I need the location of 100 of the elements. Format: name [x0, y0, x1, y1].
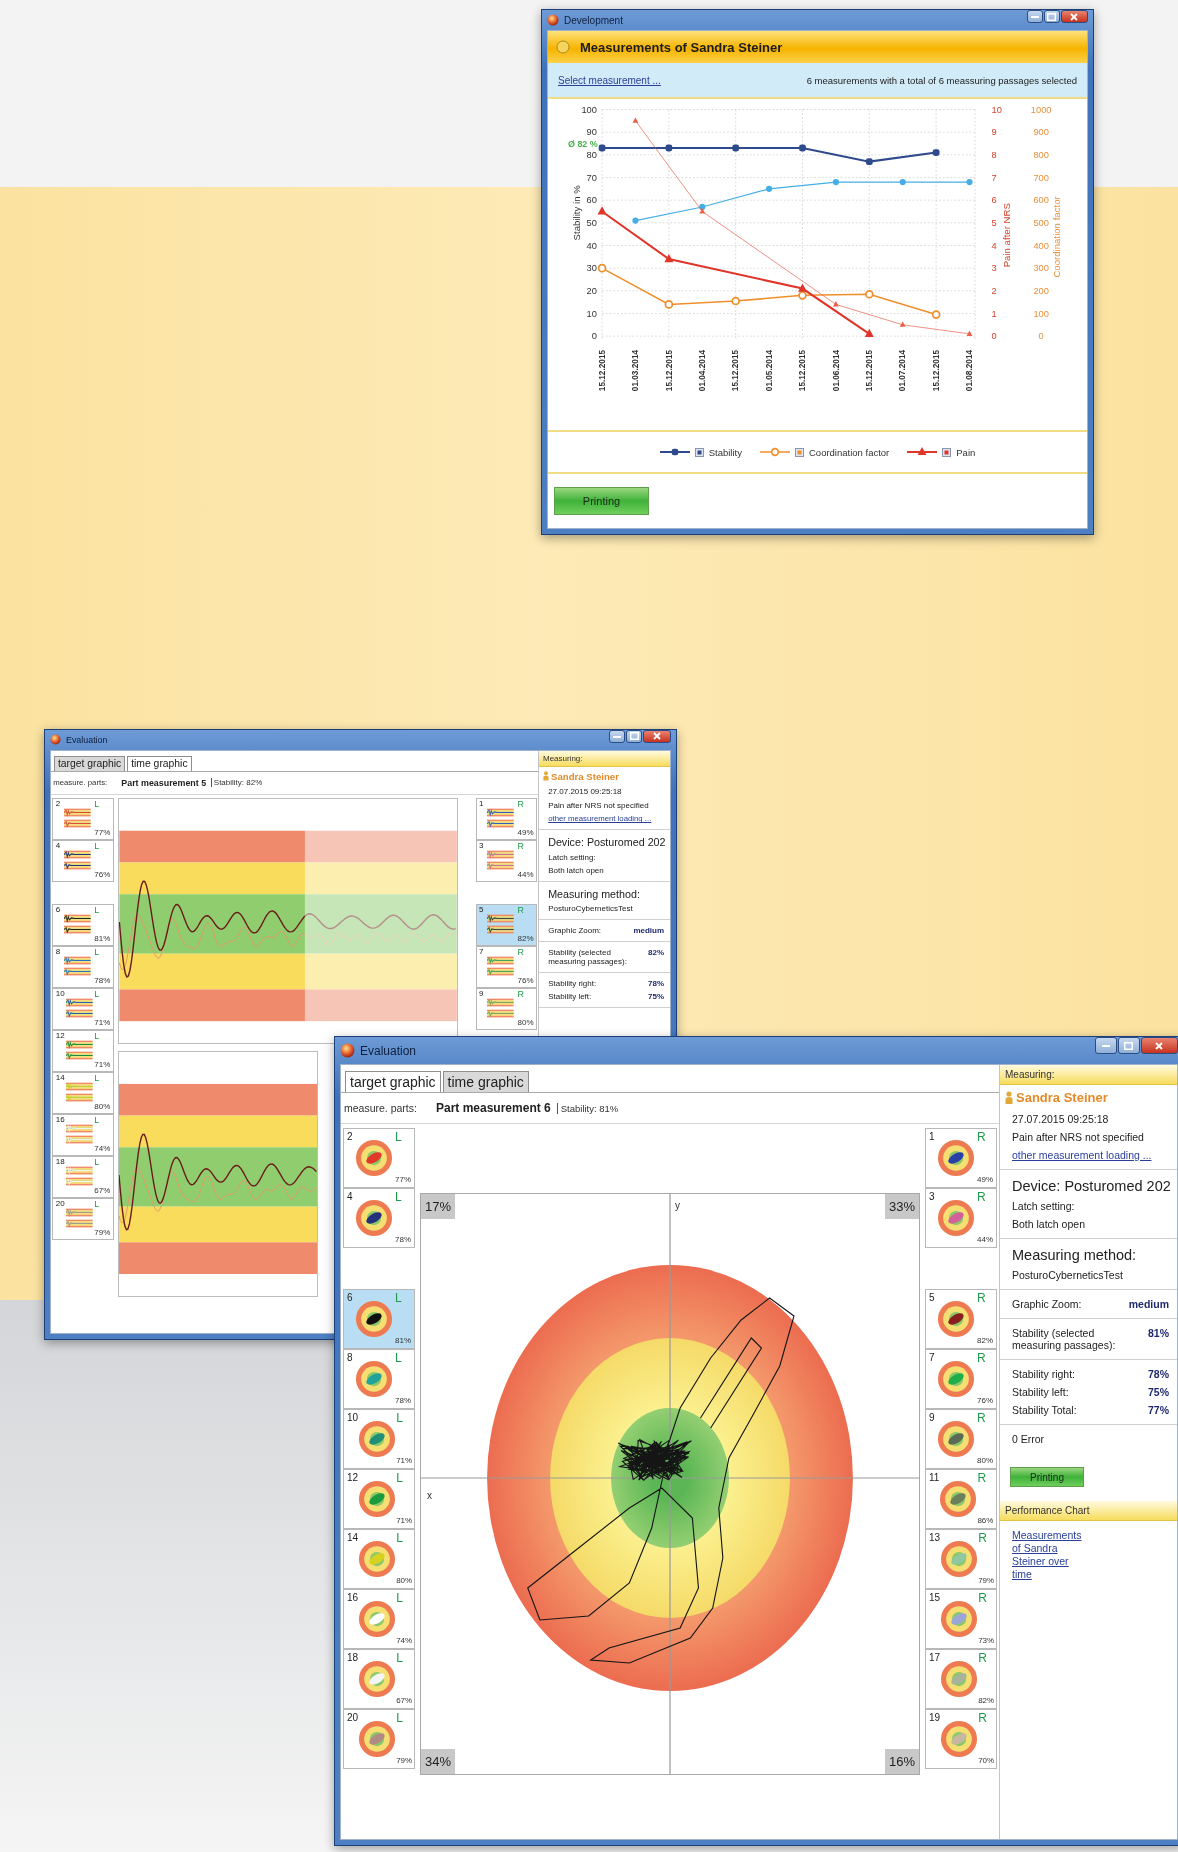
side-label: R [977, 1412, 987, 1426]
zoom-label: Graphic Zoom: [1012, 1298, 1082, 1310]
latch-label: Latch setting: [548, 852, 597, 862]
measurement-thumbnail[interactable]: 10 L 71% [343, 1409, 415, 1469]
stat-label: Stability Total: [1012, 1404, 1077, 1416]
percent-label: 67% [94, 1186, 111, 1196]
side-label: L [94, 800, 101, 811]
axis-tick-label: 15.12.2015 [865, 349, 875, 392]
measurement-thumbnail[interactable]: 4 L 78% [343, 1188, 415, 1248]
measurement-thumbnail[interactable]: 8 L 78% [52, 945, 114, 988]
time-thumbnail-drawing [487, 956, 514, 978]
measurement-thumbnail[interactable]: 18 L 67% [343, 1649, 415, 1709]
stability-value: 81% [1148, 1327, 1169, 1339]
axis-tick-label: 10 [586, 308, 597, 319]
target-thumbnail-drawing [939, 1480, 978, 1518]
time-thumbnail-drawing [66, 1082, 93, 1104]
window-title: Evaluation [66, 735, 109, 745]
thumbnail-number: 7 [929, 1352, 935, 1365]
percent-label: 80% [517, 1018, 534, 1028]
view-tab[interactable]: time graphic [127, 755, 192, 771]
part-title: Part measurement 6 [436, 1101, 551, 1115]
measurement-thumbnail[interactable]: 3 R 44% [475, 839, 537, 882]
measurement-thumbnail[interactable]: 14 L 80% [343, 1529, 415, 1589]
print-button[interactable]: Printing [1010, 1467, 1084, 1487]
measurement-thumbnail[interactable]: 16 L 74% [343, 1589, 415, 1649]
measurement-thumbnail[interactable]: 9 R 80% [925, 1409, 997, 1469]
thumbnail-number: 6 [55, 906, 61, 917]
view-tab[interactable]: time graphic [442, 1071, 529, 1092]
maximize-button[interactable] [1117, 1037, 1140, 1054]
target-thumbnail-drawing [940, 1720, 979, 1758]
time-thumbnail-drawing [63, 956, 91, 978]
percent-label: 71% [396, 1517, 413, 1526]
minimize-button[interactable] [1026, 10, 1043, 23]
axis-tick-label: 100 [581, 104, 597, 115]
side-label: L [395, 1292, 403, 1306]
maximize-button[interactable] [1043, 10, 1060, 23]
app-icon [547, 14, 559, 26]
view-tab[interactable]: target graphic [345, 1071, 441, 1092]
selection-summary: 6 measurements with a total of 6 meassuring passages selected [806, 74, 1077, 86]
thumbnail-number: 1 [478, 800, 484, 811]
measurement-thumbnail[interactable]: 7 R 76% [925, 1349, 997, 1409]
percent-label: 86% [977, 1517, 994, 1526]
measurement-thumbnail[interactable]: 2 L 77% [343, 1128, 415, 1188]
percent-label: 76% [977, 1397, 993, 1406]
thumbnail-number: 16 [55, 1116, 65, 1127]
measurement-thumbnail[interactable]: 16 L 74% [52, 1113, 114, 1156]
select-measurement-link[interactable]: Select measurement ... [558, 74, 661, 86]
measurement-thumbnail[interactable]: 5 R 82% [925, 1289, 997, 1349]
measurement-thumbnail[interactable]: 18 L 67% [52, 1155, 114, 1198]
stat-label: Stability right: [548, 978, 597, 988]
maximize-icon [1047, 12, 1057, 21]
view-tab[interactable]: target graphic [53, 755, 126, 771]
time-thumbnail-drawing [66, 998, 93, 1020]
measurement-thumbnail[interactable]: 3 R 44% [925, 1188, 997, 1248]
close-button[interactable] [1060, 10, 1088, 23]
measurement-thumbnail[interactable]: 19 R 70% [925, 1709, 997, 1769]
app-icon [50, 734, 61, 746]
measurement-thumbnail[interactable]: 10 L 71% [52, 987, 114, 1030]
point [699, 208, 706, 214]
measurement-thumbnail[interactable]: 1 R 49% [475, 797, 537, 840]
axis-tick-label: 3 [991, 263, 997, 274]
thumbnail-number: 10 [347, 1412, 359, 1425]
legend-line-icon [659, 446, 690, 458]
thumbnail-number: 5 [929, 1292, 935, 1305]
measurement-thumbnail[interactable]: 6 L 81% [343, 1289, 415, 1349]
measurement-thumbnail[interactable]: 5 R 82% [475, 903, 537, 946]
measurement-thumbnail[interactable]: 2 L 77% [52, 797, 114, 840]
measurement-thumbnail[interactable]: 7 R 76% [475, 945, 537, 988]
measurement-thumbnail[interactable]: 15 R 73% [925, 1589, 997, 1649]
close-button[interactable] [643, 730, 671, 743]
thumbnail-number: 17 [929, 1652, 941, 1665]
measurement-thumbnail[interactable]: 1 R 49% [925, 1128, 997, 1188]
performance-chart-link[interactable]: Measurements of Sandra Steiner over time [1012, 1529, 1086, 1582]
measurement-thumbnail[interactable]: 14 L 80% [52, 1071, 114, 1114]
print-button[interactable]: Printing [554, 487, 649, 515]
minimize-button[interactable] [1094, 1037, 1117, 1054]
close-icon [1070, 12, 1079, 21]
axis-tick-label: 0 [991, 331, 997, 342]
percent-label: 78% [395, 1236, 411, 1245]
thumbnail-number: 20 [347, 1712, 359, 1725]
maximize-button[interactable] [626, 730, 643, 743]
measurement-thumbnail[interactable]: 20 L 79% [52, 1197, 114, 1240]
measurement-thumbnail[interactable]: 9 R 80% [475, 987, 537, 1030]
measurement-thumbnail[interactable]: 6 L 81% [52, 903, 114, 946]
measurement-thumbnail[interactable]: 4 L 76% [52, 839, 114, 882]
close-button[interactable] [1140, 1037, 1178, 1054]
measurement-thumbnail[interactable]: 20 L 79% [343, 1709, 415, 1769]
measurement-thumbnail[interactable]: 17 R 82% [925, 1649, 997, 1709]
minimize-button[interactable] [608, 730, 626, 743]
measurement-thumbnail[interactable]: 11 R 86% [925, 1469, 997, 1529]
stability-label: Stability: 82% [210, 778, 263, 788]
measurement-thumbnail[interactable]: 13 R 79% [925, 1529, 997, 1589]
measurement-thumbnail[interactable]: 12 L 71% [343, 1469, 415, 1529]
percent-label: 49% [977, 1176, 993, 1185]
load-measurement-link[interactable]: other measurement loading ... [1012, 1149, 1169, 1161]
zoom-value: medium [1128, 1298, 1169, 1310]
measurement-thumbnail[interactable]: 12 L 71% [52, 1029, 114, 1072]
measurement-thumbnail[interactable]: 8 L 78% [343, 1349, 415, 1409]
axis-tick-label: 15.12.2015 [664, 349, 674, 392]
side-label: L [395, 1191, 403, 1205]
